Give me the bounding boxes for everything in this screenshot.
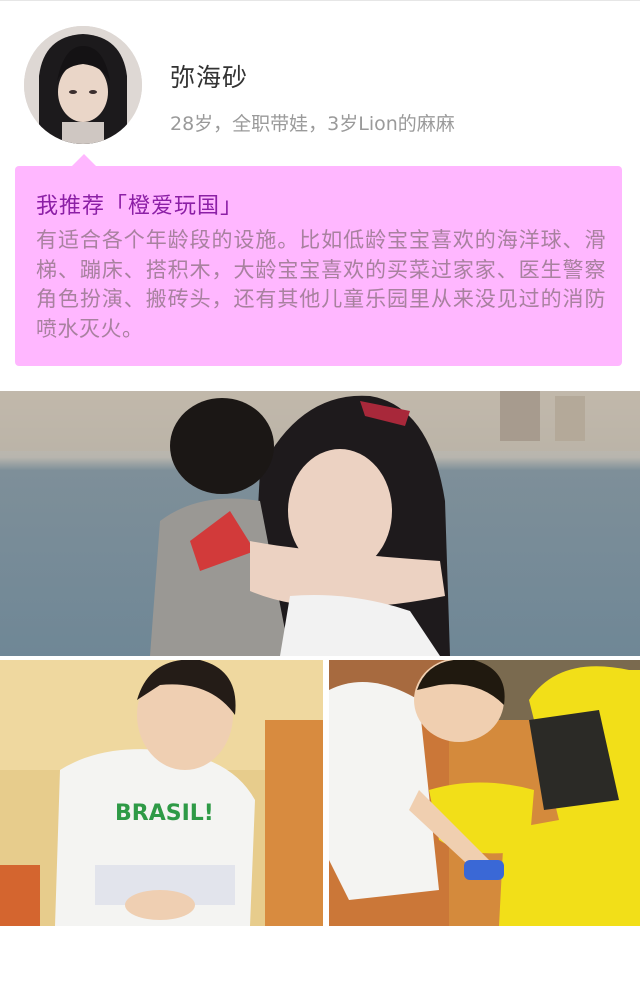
user-profile-header: 弥海砂 28岁，全职带娃，3岁Lion的麻麻 bbox=[0, 0, 640, 160]
avatar-photo-icon bbox=[24, 26, 142, 144]
main-photo[interactable] bbox=[0, 391, 640, 656]
boy-brasil-shirt-photo-icon: BRASIL! bbox=[0, 660, 323, 926]
speech-bubble-tail bbox=[72, 154, 96, 166]
avatar[interactable] bbox=[24, 26, 142, 144]
boy-with-yellow-toy-car-photo-icon bbox=[329, 660, 640, 926]
recommendation-body: 有适合各个年龄段的设施。比如低龄宝宝喜欢的海洋球、滑梯、蹦床、搭积木，大龄宝宝喜… bbox=[36, 228, 606, 341]
profile-name: 弥海砂 bbox=[170, 63, 249, 92]
left-photo[interactable]: BRASIL! bbox=[0, 660, 323, 926]
right-photo[interactable] bbox=[329, 660, 640, 926]
brasil-shirt-print: BRASIL! bbox=[115, 801, 214, 826]
recommendation-title: 我推荐「橙爱玩国」 bbox=[36, 194, 244, 219]
recommendation-card: 我推荐「橙爱玩国」 有适合各个年龄段的设施。比如低龄宝宝喜欢的海洋球、滑梯、蹦床… bbox=[15, 166, 622, 366]
mother-hugging-child-photo-icon bbox=[0, 391, 640, 656]
profile-description: 28岁，全职带娃，3岁Lion的麻麻 bbox=[170, 113, 455, 135]
